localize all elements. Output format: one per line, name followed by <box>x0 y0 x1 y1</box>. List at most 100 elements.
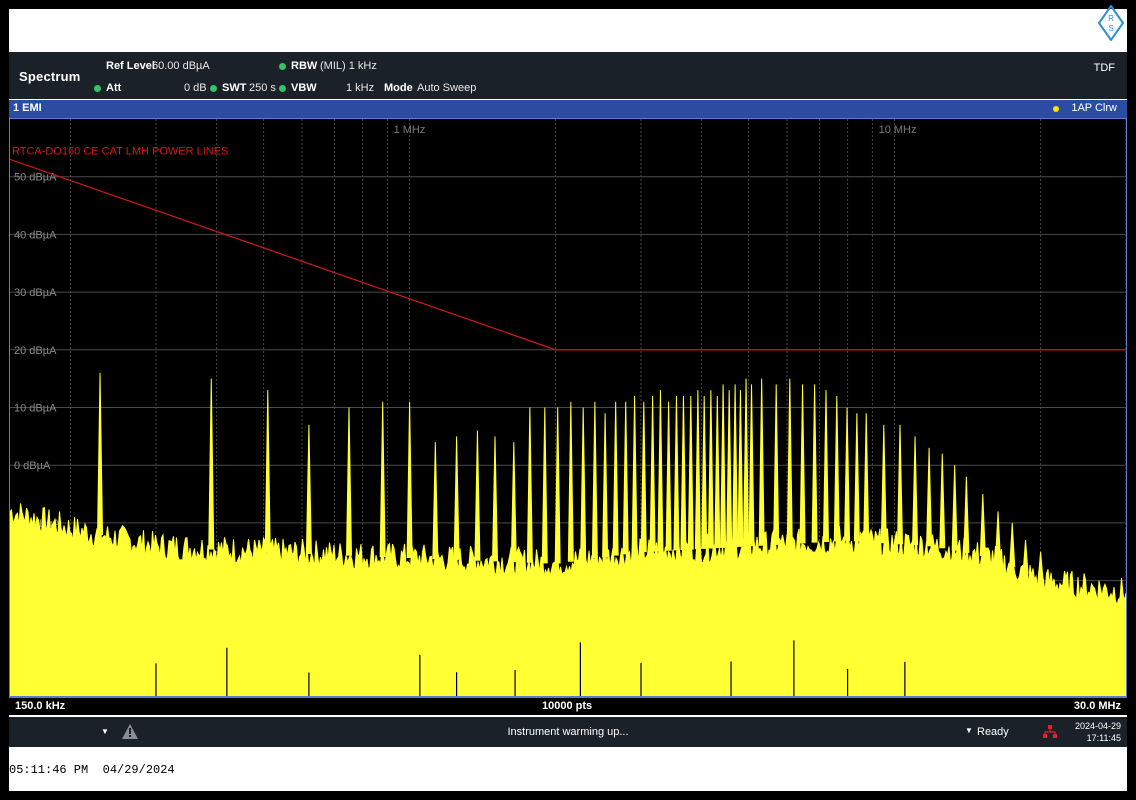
trace-peak <box>833 395 840 542</box>
trace-peak <box>649 395 656 552</box>
trace-peak <box>912 436 919 546</box>
trace-label[interactable]: 1AP Clrw <box>1071 102 1117 114</box>
channel-title[interactable]: Spectrum <box>19 69 81 84</box>
trace-peak <box>680 395 687 550</box>
att-label[interactable]: Att <box>106 82 121 94</box>
trace-peak <box>1022 540 1029 574</box>
trace-peak <box>305 424 312 555</box>
capture-timestamp: 05:11:46 PM 04/29/2024 <box>9 763 175 777</box>
trace-peak <box>863 413 870 542</box>
rbw-label[interactable]: RBW <box>291 60 317 72</box>
trace-peak <box>853 413 860 542</box>
date-time: 2024-04-29 17:11:45 <box>1075 720 1121 744</box>
stop-frequency[interactable]: 30.0 MHz <box>1074 700 1121 712</box>
trace-peak <box>758 378 765 546</box>
vbw-label[interactable]: VBW <box>291 82 317 94</box>
trace-peak <box>526 407 533 563</box>
mode-value[interactable]: Auto Sweep <box>417 82 476 94</box>
trace-peak <box>726 390 733 548</box>
trace-peak <box>612 401 619 556</box>
trace-peak <box>822 390 829 542</box>
trace-peak <box>811 384 818 543</box>
vbw-status-dot <box>279 85 286 92</box>
trace-peak <box>773 384 780 545</box>
trace-peak <box>657 390 664 552</box>
trace-peak <box>640 401 647 553</box>
trace-peak <box>474 430 481 561</box>
trace-peak <box>345 407 353 556</box>
vbw-value[interactable]: 1 kHz <box>346 82 374 94</box>
channel-header: Spectrum Ref Level 60.00 dBµA Att 0 dB S… <box>9 52 1127 99</box>
svg-text:S: S <box>1108 24 1113 33</box>
window-name[interactable]: 1 EMI <box>13 102 42 114</box>
ready-dropdown-icon[interactable]: ▼ <box>965 726 973 735</box>
spectrum-plot-svg: 1 MHz 10 MHz50 dBµA40 dBµA30 dBµA20 dBµA1… <box>10 119 1126 696</box>
trace-peak <box>1009 522 1016 568</box>
rbw-value[interactable]: (MIL) 1 kHz <box>320 60 377 72</box>
y-tick-label: 10 dBµA <box>14 403 57 415</box>
freq-marker-label: 10 MHz <box>879 124 917 136</box>
window-title-bar: 1 EMI 1AP Clrw <box>9 100 1127 118</box>
swt-status-dot <box>210 85 217 92</box>
trace-peak <box>567 401 574 562</box>
trace-peak <box>208 378 215 550</box>
rohde-schwarz-logo-icon: R S <box>1098 5 1124 41</box>
start-frequency[interactable]: 150.0 kHz <box>15 700 65 712</box>
trace-peak <box>631 395 638 554</box>
status-date: 2024-04-29 <box>1074 721 1121 731</box>
status-message: Instrument warming up... <box>507 726 629 738</box>
svg-text:R: R <box>1108 14 1114 23</box>
trace-peak <box>896 424 904 545</box>
trace-peak <box>844 407 851 541</box>
sweep-points[interactable]: 10000 pts <box>542 700 592 712</box>
trace-peak <box>379 401 386 557</box>
trace-peak <box>622 401 629 555</box>
trace-peak <box>665 401 672 551</box>
ready-status[interactable]: Ready <box>977 726 1009 738</box>
y-tick-label: 30 dBµA <box>14 287 57 299</box>
trace-peak <box>510 442 517 563</box>
trace-peak <box>714 395 721 549</box>
trace-peak <box>591 401 598 559</box>
trace-peak <box>264 390 271 553</box>
trace-peak <box>673 395 680 551</box>
mode-label[interactable]: Mode <box>384 82 413 94</box>
ref-level-value[interactable]: 60.00 dBµA <box>152 60 210 72</box>
trace-peak <box>707 390 714 549</box>
trace-peak <box>491 436 499 562</box>
trace-peak <box>926 447 933 547</box>
trace-noise-floor <box>10 503 1126 696</box>
limit-line <box>10 158 1126 351</box>
trace-peak <box>979 494 986 556</box>
spectrum-plot[interactable]: 1 MHz 10 MHz 50 dBµA 40 dBµA 30 dBµA 20 dBµA 1… <box>9 118 1127 697</box>
trace-peak <box>720 384 727 548</box>
trace-peak <box>541 407 548 564</box>
network-icon[interactable] <box>1043 725 1057 739</box>
status-time: 17:11:45 <box>1086 733 1121 743</box>
trace-peak <box>786 378 793 545</box>
att-value[interactable]: 0 dB <box>184 82 207 94</box>
trace-peak <box>1037 551 1044 582</box>
limit-line-label: RTCA-DO160 CE CAT LMH POWER LINES <box>12 145 228 157</box>
ref-level-label[interactable]: Ref Level <box>106 60 155 72</box>
tdf-indicator[interactable]: TDF <box>1094 62 1115 74</box>
y-tick-label: 40 dBµA <box>14 229 57 241</box>
y-tick-label: 0 dBµA <box>14 460 51 472</box>
trace-peak <box>737 390 744 547</box>
swt-label[interactable]: SWT <box>222 82 246 94</box>
y-tick-label: 20 dBµA <box>14 345 57 357</box>
trace-peak <box>580 407 587 561</box>
trace-peak <box>406 401 413 559</box>
trace-peak <box>732 384 739 548</box>
trace-peak <box>994 511 1002 561</box>
trace-peak <box>554 407 561 564</box>
swt-value[interactable]: 250 s <box>249 82 276 94</box>
trace-peak <box>939 453 946 549</box>
trace-peak <box>743 378 750 547</box>
trace-peak <box>97 372 104 536</box>
frequency-axis-bar: 150.0 kHz 10000 pts 30.0 MHz <box>9 697 1127 715</box>
trace-color-dot <box>1053 106 1059 112</box>
freq-marker-label: 1 MHz <box>394 124 426 136</box>
trace-peak <box>963 476 970 553</box>
trace-peak <box>453 436 460 560</box>
